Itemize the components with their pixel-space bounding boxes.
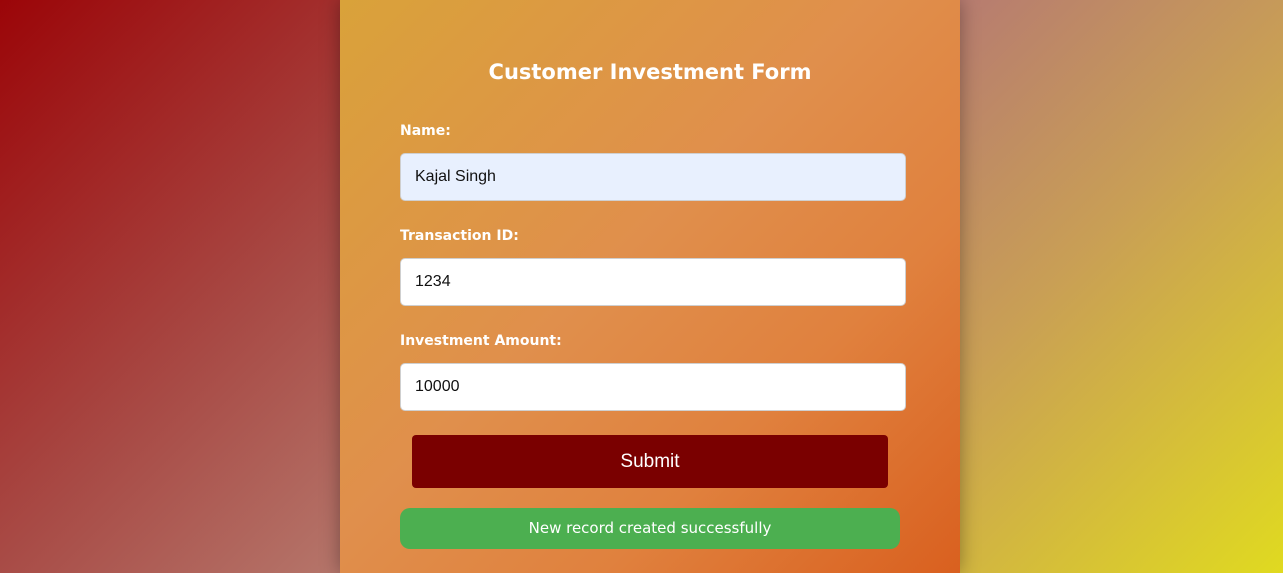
name-label: Name:	[400, 123, 451, 139]
investment-amount-input[interactable]	[400, 363, 906, 411]
investment-form-card: Customer Investment Form Name: Transacti…	[340, 0, 960, 573]
name-input[interactable]	[400, 153, 906, 201]
submit-button[interactable]: Submit	[412, 435, 888, 488]
form-title: Customer Investment Form	[488, 60, 812, 84]
success-message: New record created successfully	[400, 508, 900, 549]
investment-amount-label: Investment Amount:	[400, 333, 562, 349]
transaction-id-input[interactable]	[400, 258, 906, 306]
transaction-id-label: Transaction ID:	[400, 228, 519, 244]
